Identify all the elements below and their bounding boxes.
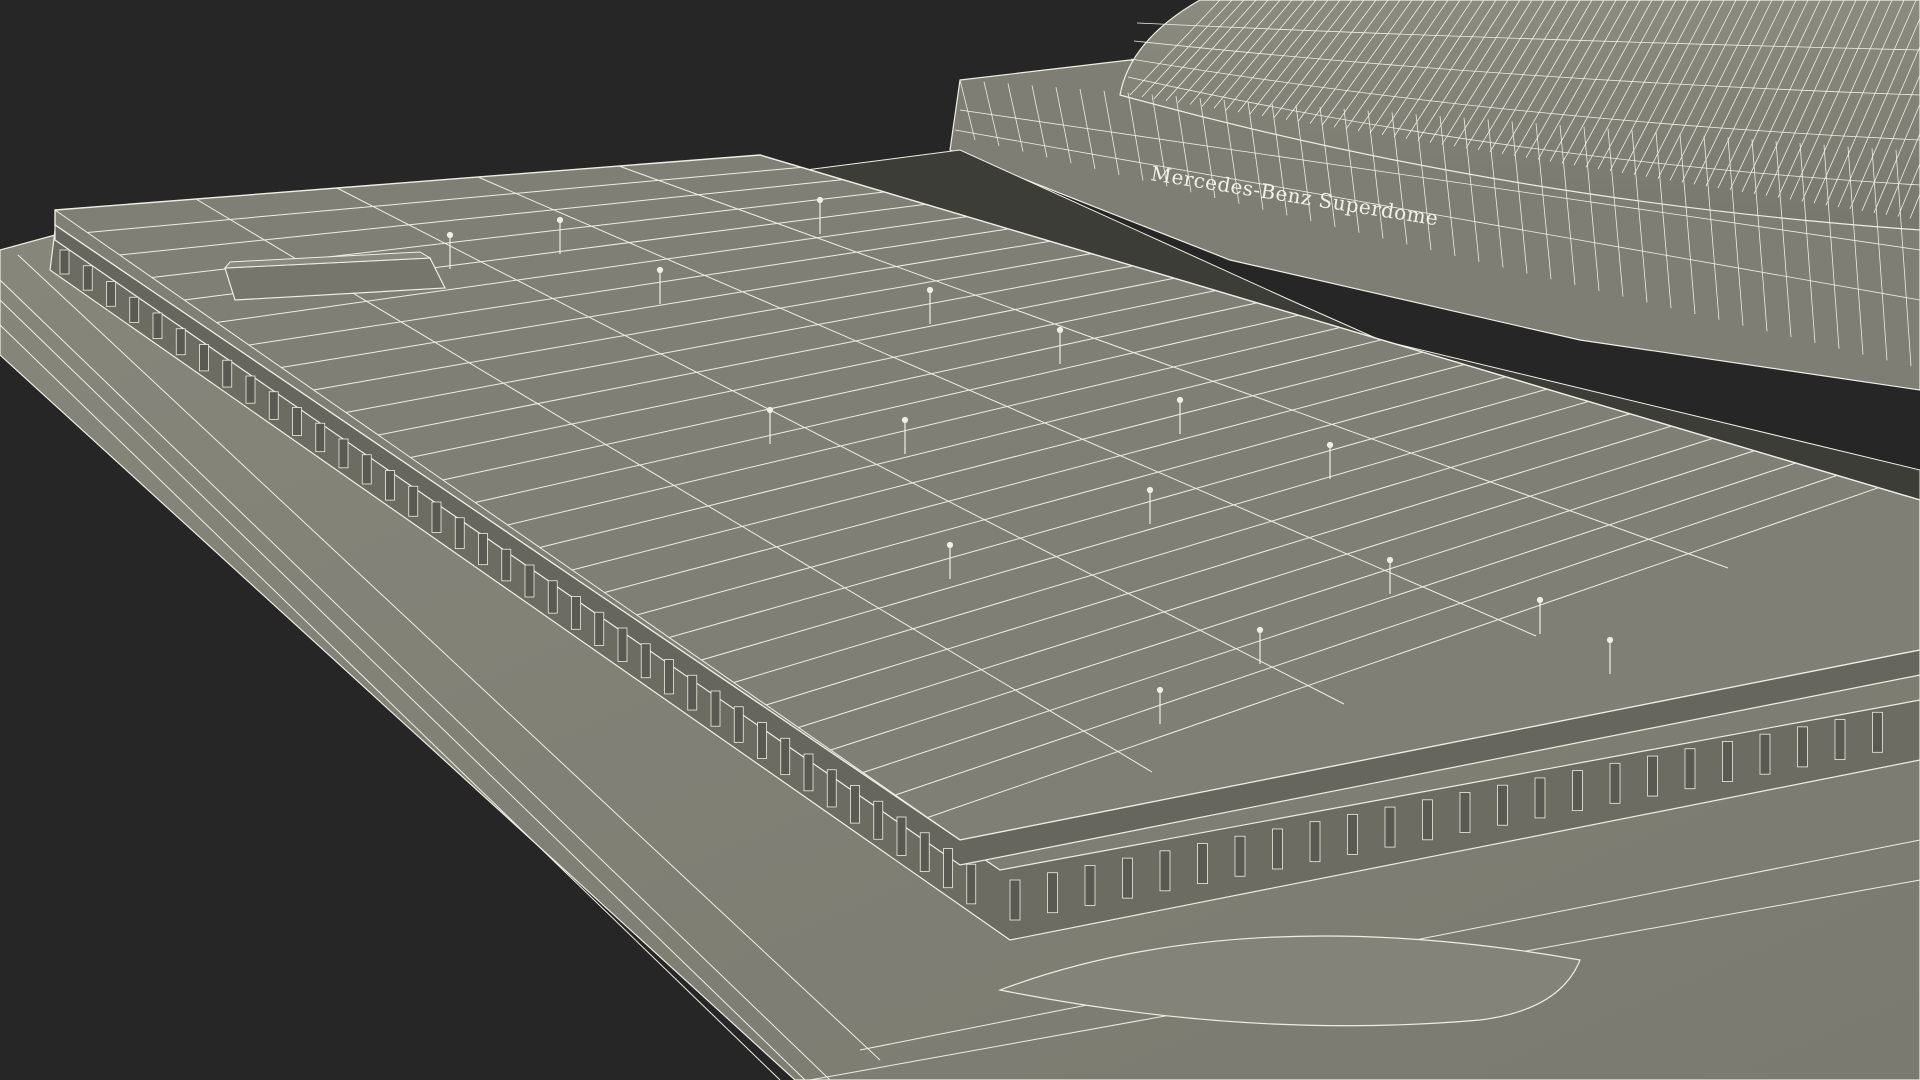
wireframe-render: Mercedes-Benz Superdome bbox=[0, 0, 1920, 1080]
